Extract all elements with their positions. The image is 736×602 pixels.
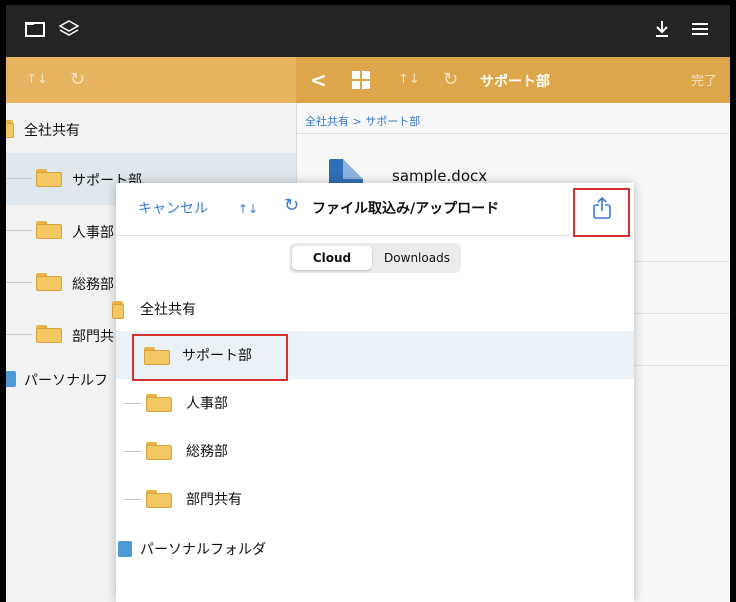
dialog-tree-item-dept-shared[interactable]: 部門共有 <box>116 475 634 523</box>
refresh-icon[interactable]: ↻ <box>70 67 85 93</box>
sort-icon[interactable]: ↑↓ <box>26 67 48 93</box>
tree-item-label: 人事部 <box>186 396 228 412</box>
menu-icon[interactable] <box>690 19 710 45</box>
back-icon[interactable]: < <box>310 67 327 93</box>
personal-folder-icon <box>6 371 16 387</box>
cancel-button[interactable]: キャンセル <box>138 199 208 219</box>
folder-icon <box>146 490 172 508</box>
shared-folder-icon <box>6 120 14 138</box>
tree-root-item[interactable]: 全社共有 <box>6 103 296 155</box>
current-folder-title: サポート部 <box>480 74 550 90</box>
tree-root-label: 全社共有 <box>140 302 196 318</box>
right-toolbar: < ↑↓ ↻ サポート部 完了 <box>296 57 730 103</box>
tree-item-label: 総務部 <box>72 277 114 293</box>
folder-icon[interactable] <box>24 19 46 45</box>
folder-icon <box>36 221 62 239</box>
tree-item-label: 人事部 <box>72 225 114 241</box>
top-bar <box>6 5 730 57</box>
folder-icon <box>146 442 172 460</box>
dialog-tree-item-general-affairs[interactable]: 総務部 <box>116 427 634 475</box>
app-window: ↑↓ ↻ < ↑↓ ↻ サポート部 完了 全社共有 サポート部 人事部 総務部 … <box>6 5 730 602</box>
folder-icon <box>36 325 62 343</box>
refresh-icon[interactable]: ↻ <box>284 196 299 216</box>
dialog-tree-item-hr[interactable]: 人事部 <box>116 379 634 427</box>
sort-icon[interactable]: ↑↓ <box>238 199 258 219</box>
left-toolbar: ↑↓ ↻ <box>6 57 296 103</box>
upload-button-highlight <box>573 188 630 237</box>
tree-root-label: 全社共有 <box>24 123 80 139</box>
tab-cloud[interactable]: Cloud <box>292 246 372 270</box>
dialog-tree-item-personal[interactable]: パーソナルフォルダ <box>116 525 634 573</box>
download-icon[interactable] <box>653 19 671 45</box>
refresh-icon-right[interactable]: ↻ <box>443 67 458 93</box>
folder-icon <box>36 273 62 291</box>
dialog-header: キャンセル ↑↓ ↻ ファイル取込み/アップロード <box>116 183 634 236</box>
support-folder-highlight <box>132 334 288 381</box>
tree-item-label: 総務部 <box>186 444 228 460</box>
dialog-title: ファイル取込み/アップロード <box>312 201 500 217</box>
folder-icon <box>146 394 172 412</box>
grid-view-icon[interactable] <box>351 70 371 98</box>
import-upload-dialog: キャンセル ↑↓ ↻ ファイル取込み/アップロード Cloud Download… <box>112 183 634 602</box>
layers-icon[interactable] <box>58 19 80 45</box>
dialog-tree-root[interactable]: 全社共有 <box>112 285 634 333</box>
tree-item-label: 部門共 <box>72 329 114 345</box>
shared-folder-icon <box>112 301 124 319</box>
tree-item-label: パーソナルフォルダ <box>140 542 266 558</box>
tree-item-label: パーソナルフ <box>24 373 108 389</box>
tree-item-label: 部門共有 <box>186 492 242 508</box>
sort-icon-right[interactable]: ↑↓ <box>398 67 420 93</box>
breadcrumb[interactable]: 全社共有 > サポート部 <box>305 113 420 129</box>
done-button[interactable]: 完了 <box>691 69 717 95</box>
tab-downloads[interactable]: Downloads <box>376 246 458 270</box>
folder-open-icon <box>36 169 62 187</box>
source-segmented-control: Cloud Downloads <box>289 243 461 273</box>
personal-folder-icon <box>118 541 132 557</box>
